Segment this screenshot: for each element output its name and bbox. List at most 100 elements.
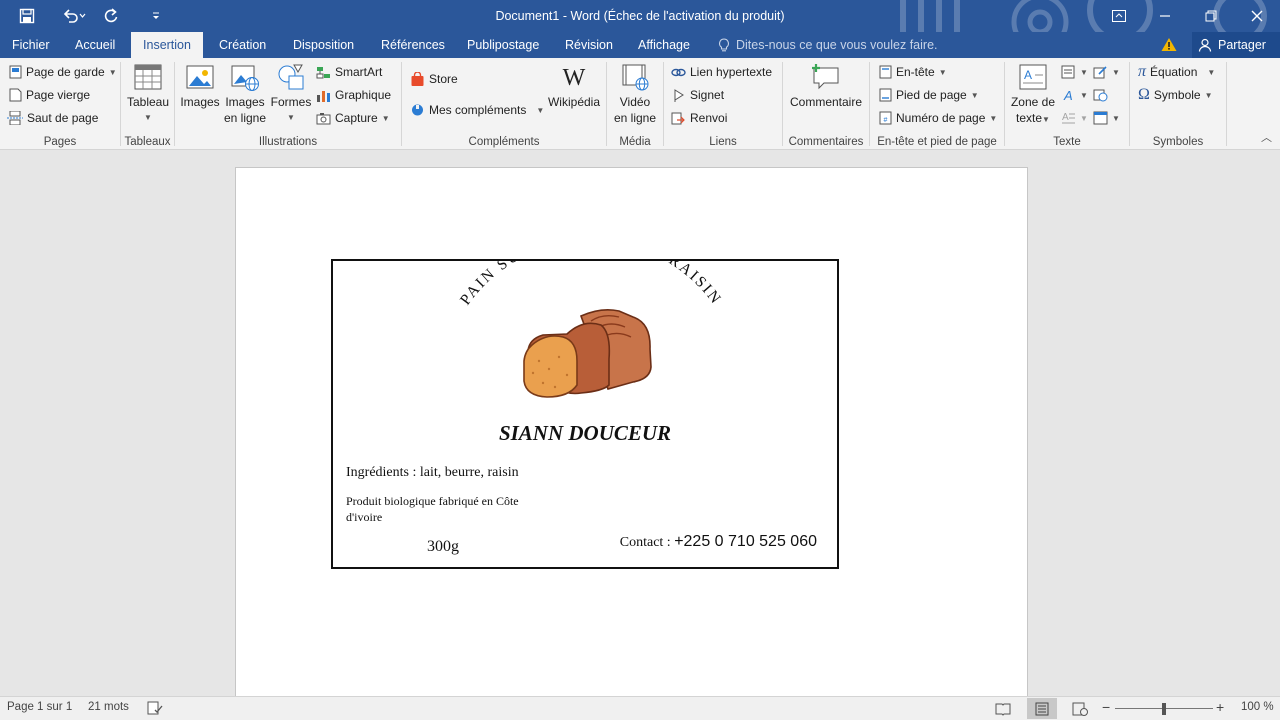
group-label-illustrations: Illustrations xyxy=(258,136,318,148)
ribbon-options-icon xyxy=(1112,10,1126,22)
quick-parts-button[interactable]: ▼ xyxy=(1061,62,1088,82)
tab-insertion[interactable]: Insertion xyxy=(131,32,203,58)
cross-reference-button[interactable]: Renvoi xyxy=(671,108,727,128)
tab-revision[interactable]: Révision xyxy=(553,32,621,58)
zoom-level[interactable]: 100 % xyxy=(1241,701,1274,713)
document-page[interactable]: PAIN SUCRÉ AU LAIT ET RAISIN xyxy=(235,167,1028,696)
page-break-button[interactable]: Saut de page xyxy=(7,108,98,128)
close-button[interactable] xyxy=(1234,0,1280,32)
customize-qat-button[interactable] xyxy=(128,0,184,32)
chevron-down-icon: ▼ xyxy=(989,113,998,123)
capture-button[interactable]: Capture ▼ xyxy=(316,108,390,128)
zoom-slider-thumb[interactable] xyxy=(1162,703,1166,715)
smartart-button[interactable]: SmartArt xyxy=(316,62,382,82)
tab-references[interactable]: Références xyxy=(369,32,451,58)
share-button[interactable]: Partager xyxy=(1192,32,1280,58)
images-button[interactable]: Images xyxy=(179,62,221,110)
group-complements: Store Mes compléments ▼ W Wikipédia Compl… xyxy=(402,58,606,150)
page-layout-icon xyxy=(1035,702,1049,715)
online-images-label-2: en ligne xyxy=(223,111,267,125)
status-bar: Page 1 sur 1 21 mots − + 100 % xyxy=(0,696,1280,720)
group-label-media: Média xyxy=(619,136,651,148)
tab-disposition[interactable]: Disposition xyxy=(281,32,363,58)
cover-page-icon xyxy=(9,65,22,79)
redo-button[interactable] xyxy=(94,0,128,32)
chart-button[interactable]: Graphique xyxy=(316,85,391,105)
hyperlink-label: Lien hypertexte xyxy=(690,65,773,79)
tell-me-search[interactable]: Dites-nous ce que vous voulez faire. xyxy=(718,32,938,58)
symbol-button[interactable]: Ω Symbole ▼ xyxy=(1138,85,1213,105)
group-label-commentaires: Commentaires xyxy=(788,136,864,148)
online-images-button[interactable]: Images en ligne xyxy=(222,62,268,126)
proofing-icon[interactable] xyxy=(147,701,163,715)
table-button[interactable]: Tableau ▼ xyxy=(126,62,170,126)
tab-publipostage[interactable]: Publipostage xyxy=(455,32,549,58)
footer-button[interactable]: Pied de page ▼ xyxy=(879,85,979,105)
shapes-button[interactable]: Formes ▼ xyxy=(269,62,313,126)
cross-reference-icon xyxy=(671,112,685,124)
hyperlink-button[interactable]: Lien hypertexte xyxy=(671,62,772,82)
tab-accueil[interactable]: Accueil xyxy=(63,32,127,58)
read-mode-button[interactable] xyxy=(988,698,1018,719)
table-label: Tableau xyxy=(126,95,170,109)
wordart-button[interactable]: A ▼ xyxy=(1061,85,1088,105)
chevron-down-icon: ▼ xyxy=(381,113,390,123)
quick-parts-icon xyxy=(1061,65,1075,79)
word-count[interactable]: 21 mots xyxy=(88,701,129,713)
drop-cap-button[interactable]: A ▼ xyxy=(1061,108,1088,128)
group-label-tableaux: Tableaux xyxy=(124,136,171,148)
store-button[interactable]: Store xyxy=(410,69,458,89)
group-label-texte: Texte xyxy=(1053,136,1081,148)
bookmark-button[interactable]: Signet xyxy=(671,85,724,105)
page-number-button[interactable]: # Numéro de page ▼ xyxy=(879,108,997,128)
equation-button[interactable]: π Équation ▼ xyxy=(1138,62,1215,82)
zoom-in-button[interactable]: + xyxy=(1216,699,1224,715)
object-button[interactable]: ▼ xyxy=(1093,108,1120,128)
footer-icon xyxy=(879,88,892,102)
comment-button[interactable]: Commentaire xyxy=(787,62,865,110)
save-button[interactable] xyxy=(0,0,54,32)
textbox-button[interactable]: A Zone de texte▼ xyxy=(1007,62,1059,128)
tab-affichage[interactable]: Affichage xyxy=(626,32,702,58)
warning-icon[interactable] xyxy=(1161,37,1177,52)
date-time-button[interactable] xyxy=(1093,85,1108,105)
restore-button[interactable] xyxy=(1188,0,1234,32)
tell-me-placeholder: Dites-nous ce que vous voulez faire. xyxy=(736,38,938,52)
close-icon xyxy=(1251,10,1263,22)
document-canvas: PAIN SUCRÉ AU LAIT ET RAISIN xyxy=(0,150,1280,696)
collapse-ribbon-icon[interactable]: ︿ xyxy=(1261,129,1272,145)
chevron-down-icon: ▼ xyxy=(1112,67,1120,77)
web-layout-button[interactable] xyxy=(1065,698,1095,719)
product-label[interactable]: PAIN SUCRÉ AU LAIT ET RAISIN xyxy=(331,259,839,569)
contact-info: Contact : +225 0 710 525 060 xyxy=(620,533,817,551)
print-layout-button[interactable] xyxy=(1027,698,1057,719)
bookmark-icon xyxy=(674,88,684,102)
bread-loaf-icon xyxy=(523,309,652,398)
wikipedia-button[interactable]: W Wikipédia xyxy=(545,62,603,110)
minimize-button[interactable] xyxy=(1142,0,1188,32)
my-addins-button[interactable]: Mes compléments ▼ xyxy=(410,100,544,120)
header-button[interactable]: En-tête ▼ xyxy=(879,62,947,82)
group-commentaires: Commentaire Commentaires xyxy=(783,58,869,150)
zoom-out-button[interactable]: − xyxy=(1102,699,1110,715)
blank-page-icon xyxy=(9,88,22,102)
window-controls xyxy=(1096,0,1280,32)
chevron-down-icon: ▼ xyxy=(1112,113,1120,123)
contact-phone: +225 0 710 525 060 xyxy=(674,533,817,550)
signature-line-button[interactable]: ▼ xyxy=(1093,62,1120,82)
comment-label: Commentaire xyxy=(789,95,863,109)
undo-button[interactable] xyxy=(54,0,94,32)
tab-fichier[interactable]: Fichier xyxy=(0,32,60,58)
online-video-button[interactable]: Vidéo en ligne xyxy=(611,62,659,126)
table-icon xyxy=(134,64,162,90)
ribbon-display-options-button[interactable] xyxy=(1096,0,1142,32)
blank-page-button[interactable]: Page vierge xyxy=(9,85,90,105)
page-count[interactable]: Page 1 sur 1 xyxy=(7,701,72,713)
group-label-liens: Liens xyxy=(709,136,737,148)
share-label: Partager xyxy=(1218,38,1266,52)
cover-page-button[interactable]: Page de garde ▼ xyxy=(9,62,117,82)
header-icon xyxy=(879,65,892,79)
tab-creation[interactable]: Création xyxy=(207,32,277,58)
shapes-label: Formes xyxy=(270,95,312,109)
object-icon xyxy=(1093,111,1108,125)
